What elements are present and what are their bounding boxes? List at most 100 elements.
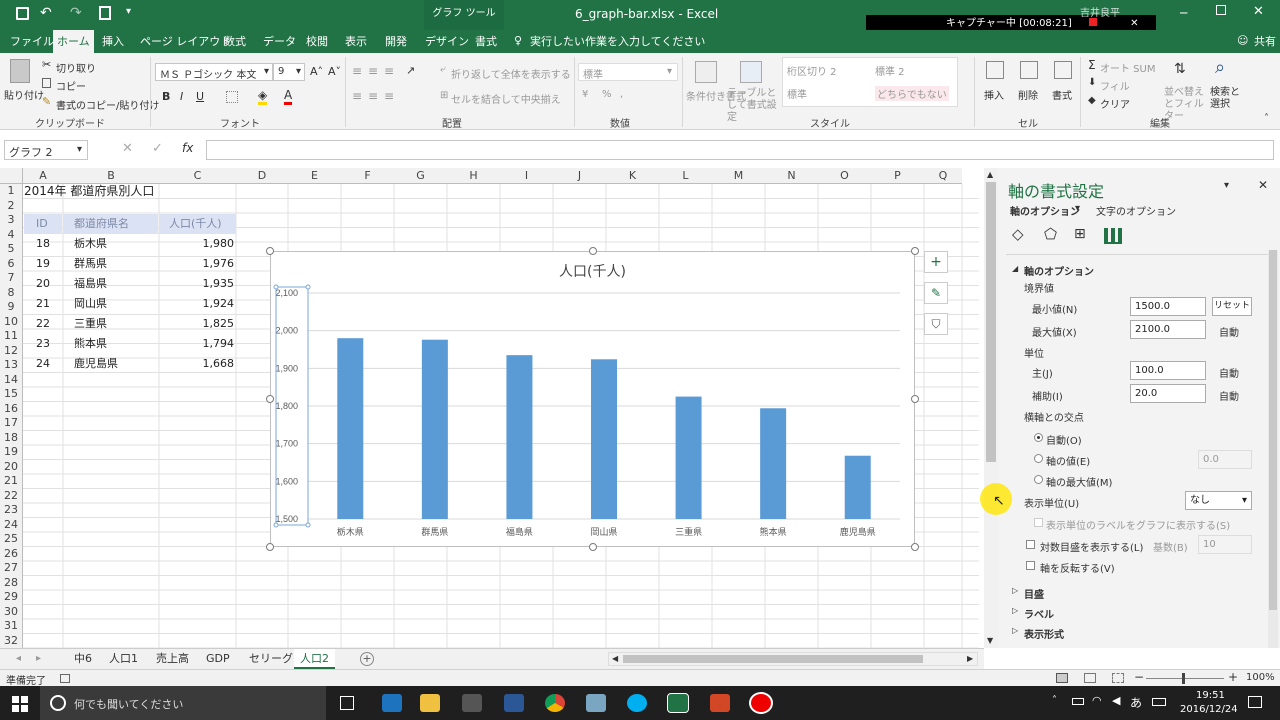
column-header-q[interactable]: Q: [924, 168, 962, 184]
column-header-d[interactable]: D: [236, 168, 288, 184]
border-icon[interactable]: [226, 91, 238, 103]
scroll-left-icon[interactable]: ◀: [612, 654, 618, 663]
scroll-tabs-right-icon[interactable]: ▸: [36, 653, 41, 664]
row-header-21[interactable]: 21: [0, 474, 23, 489]
close-window-icon[interactable]: ✕: [1253, 4, 1264, 19]
normal-view-icon[interactable]: [1056, 673, 1068, 683]
show-units-label[interactable]: 表示単位のラベルをグラフに表示する(S): [1046, 517, 1230, 532]
row-header-26[interactable]: 26: [0, 546, 23, 561]
max-bound-input[interactable]: 2100.0: [1130, 320, 1206, 339]
orientation-icon[interactable]: ↗: [406, 64, 415, 77]
sheet-tab-gdp[interactable]: GDP: [200, 649, 236, 669]
chrome-icon[interactable]: [545, 694, 565, 712]
cross-auto-radio[interactable]: [1034, 433, 1043, 442]
cell-styles-gallery[interactable]: 桁区切り 2 標準 2 標準 どちらでもない: [782, 57, 958, 107]
sheet-tab-central-league[interactable]: セリーグ: [243, 649, 299, 669]
zoom-level[interactable]: 100%: [1246, 672, 1275, 683]
column-header-o[interactable]: O: [818, 168, 871, 184]
notification-icon[interactable]: [1248, 696, 1262, 708]
expand-triangle-icon[interactable]: ▷: [1012, 586, 1018, 595]
align-middle-icon[interactable]: ≡: [368, 64, 378, 78]
select-all-corner[interactable]: [0, 168, 23, 184]
delete-cells-button[interactable]: 削除: [1018, 87, 1038, 102]
row-header-16[interactable]: 16: [0, 401, 23, 416]
taskbar-search-box[interactable]: 何でも聞いてください: [40, 686, 326, 720]
font-name-select[interactable]: ＭＳ Ｐゴシック 本文 ▾: [155, 63, 273, 81]
close-recorder-icon[interactable]: ✕: [1130, 18, 1138, 29]
formula-input[interactable]: [206, 140, 1274, 160]
keyboard-icon[interactable]: [1152, 698, 1166, 706]
style-neutral[interactable]: どちらでもない: [875, 86, 949, 101]
macro-record-icon[interactable]: [60, 674, 70, 683]
recorder-app-icon[interactable]: [751, 694, 771, 712]
row-header-7[interactable]: 7: [0, 271, 23, 286]
row-header-19[interactable]: 19: [0, 445, 23, 460]
cross-max-label[interactable]: 軸の最大値(M): [1046, 474, 1112, 489]
cell-prefecture[interactable]: 福島県: [63, 274, 158, 294]
row-header-3[interactable]: 3: [0, 213, 23, 228]
row-header-17[interactable]: 17: [0, 416, 23, 431]
row-header-4[interactable]: 4: [0, 227, 23, 242]
align-bottom-icon[interactable]: ≡: [384, 64, 394, 78]
customize-qat-icon[interactable]: ▾: [126, 6, 131, 17]
grow-font-icon[interactable]: A˄: [310, 65, 323, 78]
cell-id[interactable]: 21: [24, 294, 62, 314]
cell-population[interactable]: 1,935: [159, 274, 236, 294]
cell-id[interactable]: 24: [24, 354, 62, 374]
font-size-select[interactable]: 9 ▾: [273, 63, 305, 81]
clock-time[interactable]: 19:51: [1196, 690, 1225, 701]
scroll-down-icon[interactable]: ▼: [987, 636, 993, 645]
column-header-m[interactable]: M: [712, 168, 765, 184]
log-base-input[interactable]: 10: [1198, 535, 1252, 554]
horizontal-scrollbar[interactable]: ◀ ▶: [608, 652, 978, 666]
paste-button[interactable]: 貼り付け: [4, 87, 44, 102]
tab-formulas[interactable]: 数式: [220, 30, 250, 53]
column-header-g[interactable]: G: [394, 168, 447, 184]
tab-review[interactable]: 校閲: [302, 30, 332, 53]
tab-insert[interactable]: 挿入: [98, 30, 128, 53]
cell-prefecture[interactable]: 鹿児島県: [63, 354, 158, 374]
cell-prefecture[interactable]: 岡山県: [63, 294, 158, 314]
zoom-slider-thumb[interactable]: [1182, 673, 1185, 684]
cell-id[interactable]: 19: [24, 254, 62, 274]
cell-population[interactable]: 1,980: [159, 234, 236, 254]
merge-center-button[interactable]: セルを結合して中央揃え: [451, 91, 561, 106]
log-scale-checkbox[interactable]: [1026, 540, 1035, 549]
sheet-tab-chu6[interactable]: 中6: [68, 649, 98, 669]
format-cells-button[interactable]: 書式: [1052, 87, 1072, 102]
resize-handle-tl[interactable]: [266, 247, 274, 255]
row-header-9[interactable]: 9: [0, 300, 23, 315]
column-header-n[interactable]: N: [765, 168, 818, 184]
row-header-15[interactable]: 15: [0, 387, 23, 402]
row-header-32[interactable]: 32: [0, 633, 23, 648]
expand-triangle-icon[interactable]: ▷: [1012, 606, 1018, 615]
style-normal2[interactable]: 標準 2: [875, 63, 905, 78]
tab-format[interactable]: 書式: [471, 30, 501, 53]
ime-icon[interactable]: あ: [1130, 694, 1142, 711]
axis-selection-handle[interactable]: [273, 284, 279, 290]
formula-enter-icon[interactable]: ✓: [152, 141, 163, 156]
tray-chevron-icon[interactable]: ˄: [1052, 695, 1057, 706]
undo-icon[interactable]: ↶: [40, 5, 52, 21]
row-header-22[interactable]: 22: [0, 488, 23, 503]
row-header-23[interactable]: 23: [0, 503, 23, 518]
resize-handle-bl[interactable]: [266, 543, 274, 551]
zoom-in-icon[interactable]: +: [1228, 670, 1238, 684]
cross-value-radio[interactable]: [1034, 454, 1043, 463]
major-unit-input[interactable]: 100.0: [1130, 361, 1206, 380]
name-box[interactable]: グラフ 2 ▾: [4, 140, 88, 160]
row-header-31[interactable]: 31: [0, 619, 23, 634]
shrink-font-icon[interactable]: A˅: [328, 65, 341, 78]
column-header-c[interactable]: C: [159, 168, 236, 184]
tell-me-box[interactable]: 実行したい作業を入力してください: [526, 30, 709, 53]
axis-selection-handle[interactable]: [305, 522, 311, 528]
tab-view[interactable]: 表示: [341, 30, 371, 53]
sheet-tab-population2[interactable]: 人口2: [294, 649, 335, 669]
row-header-27[interactable]: 27: [0, 561, 23, 576]
reverse-axis-label[interactable]: 軸を反転する(V): [1040, 560, 1115, 575]
align-center-icon[interactable]: ≡: [368, 89, 378, 103]
bar-4[interactable]: [591, 359, 617, 519]
minimize-icon[interactable]: ─: [1180, 6, 1187, 20]
italic-icon[interactable]: I: [180, 90, 183, 103]
column-header-k[interactable]: K: [606, 168, 659, 184]
